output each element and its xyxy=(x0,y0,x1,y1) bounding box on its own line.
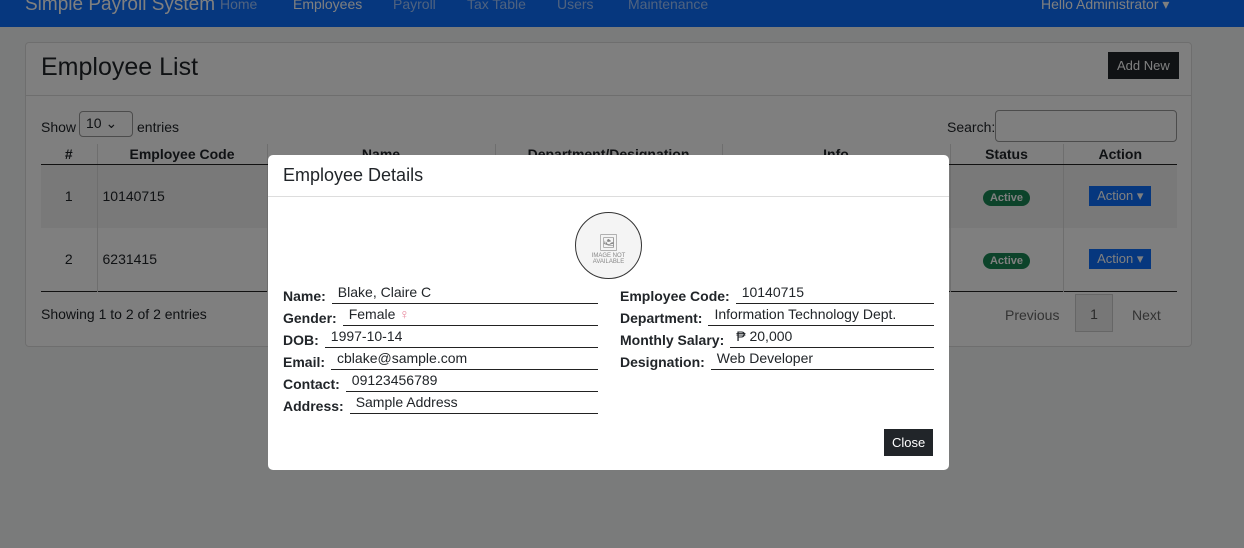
field-contact: Contact: 09123456789 xyxy=(283,370,598,392)
field-salary: Monthly Salary: ₱ 20,000 xyxy=(620,326,934,348)
field-gender: Gender: Female ♀ xyxy=(283,304,598,326)
field-address: Address: Sample Address xyxy=(283,392,598,414)
image-icon: 🖼 xyxy=(598,235,619,252)
female-icon: ♀ xyxy=(399,306,410,322)
close-button[interactable]: Close xyxy=(884,429,934,456)
employee-details-modal: Employee Details 🖼 IMAGE NOT AVAILABLE Na… xyxy=(268,155,949,470)
modal-title: Employee Details xyxy=(268,155,949,197)
field-department: Department: Information Technology Dept. xyxy=(620,304,934,326)
field-employee-code: Employee Code: 10140715 xyxy=(620,282,934,304)
field-email: Email: cblake@sample.com xyxy=(283,348,598,370)
avatar-text: IMAGE NOT AVAILABLE xyxy=(591,253,626,265)
field-designation: Designation: Web Developer xyxy=(620,348,934,370)
field-dob: DOB: 1997-10-14 xyxy=(283,326,598,348)
field-name: Name: Blake, Claire C xyxy=(283,282,598,304)
avatar: 🖼 IMAGE NOT AVAILABLE xyxy=(575,212,642,279)
